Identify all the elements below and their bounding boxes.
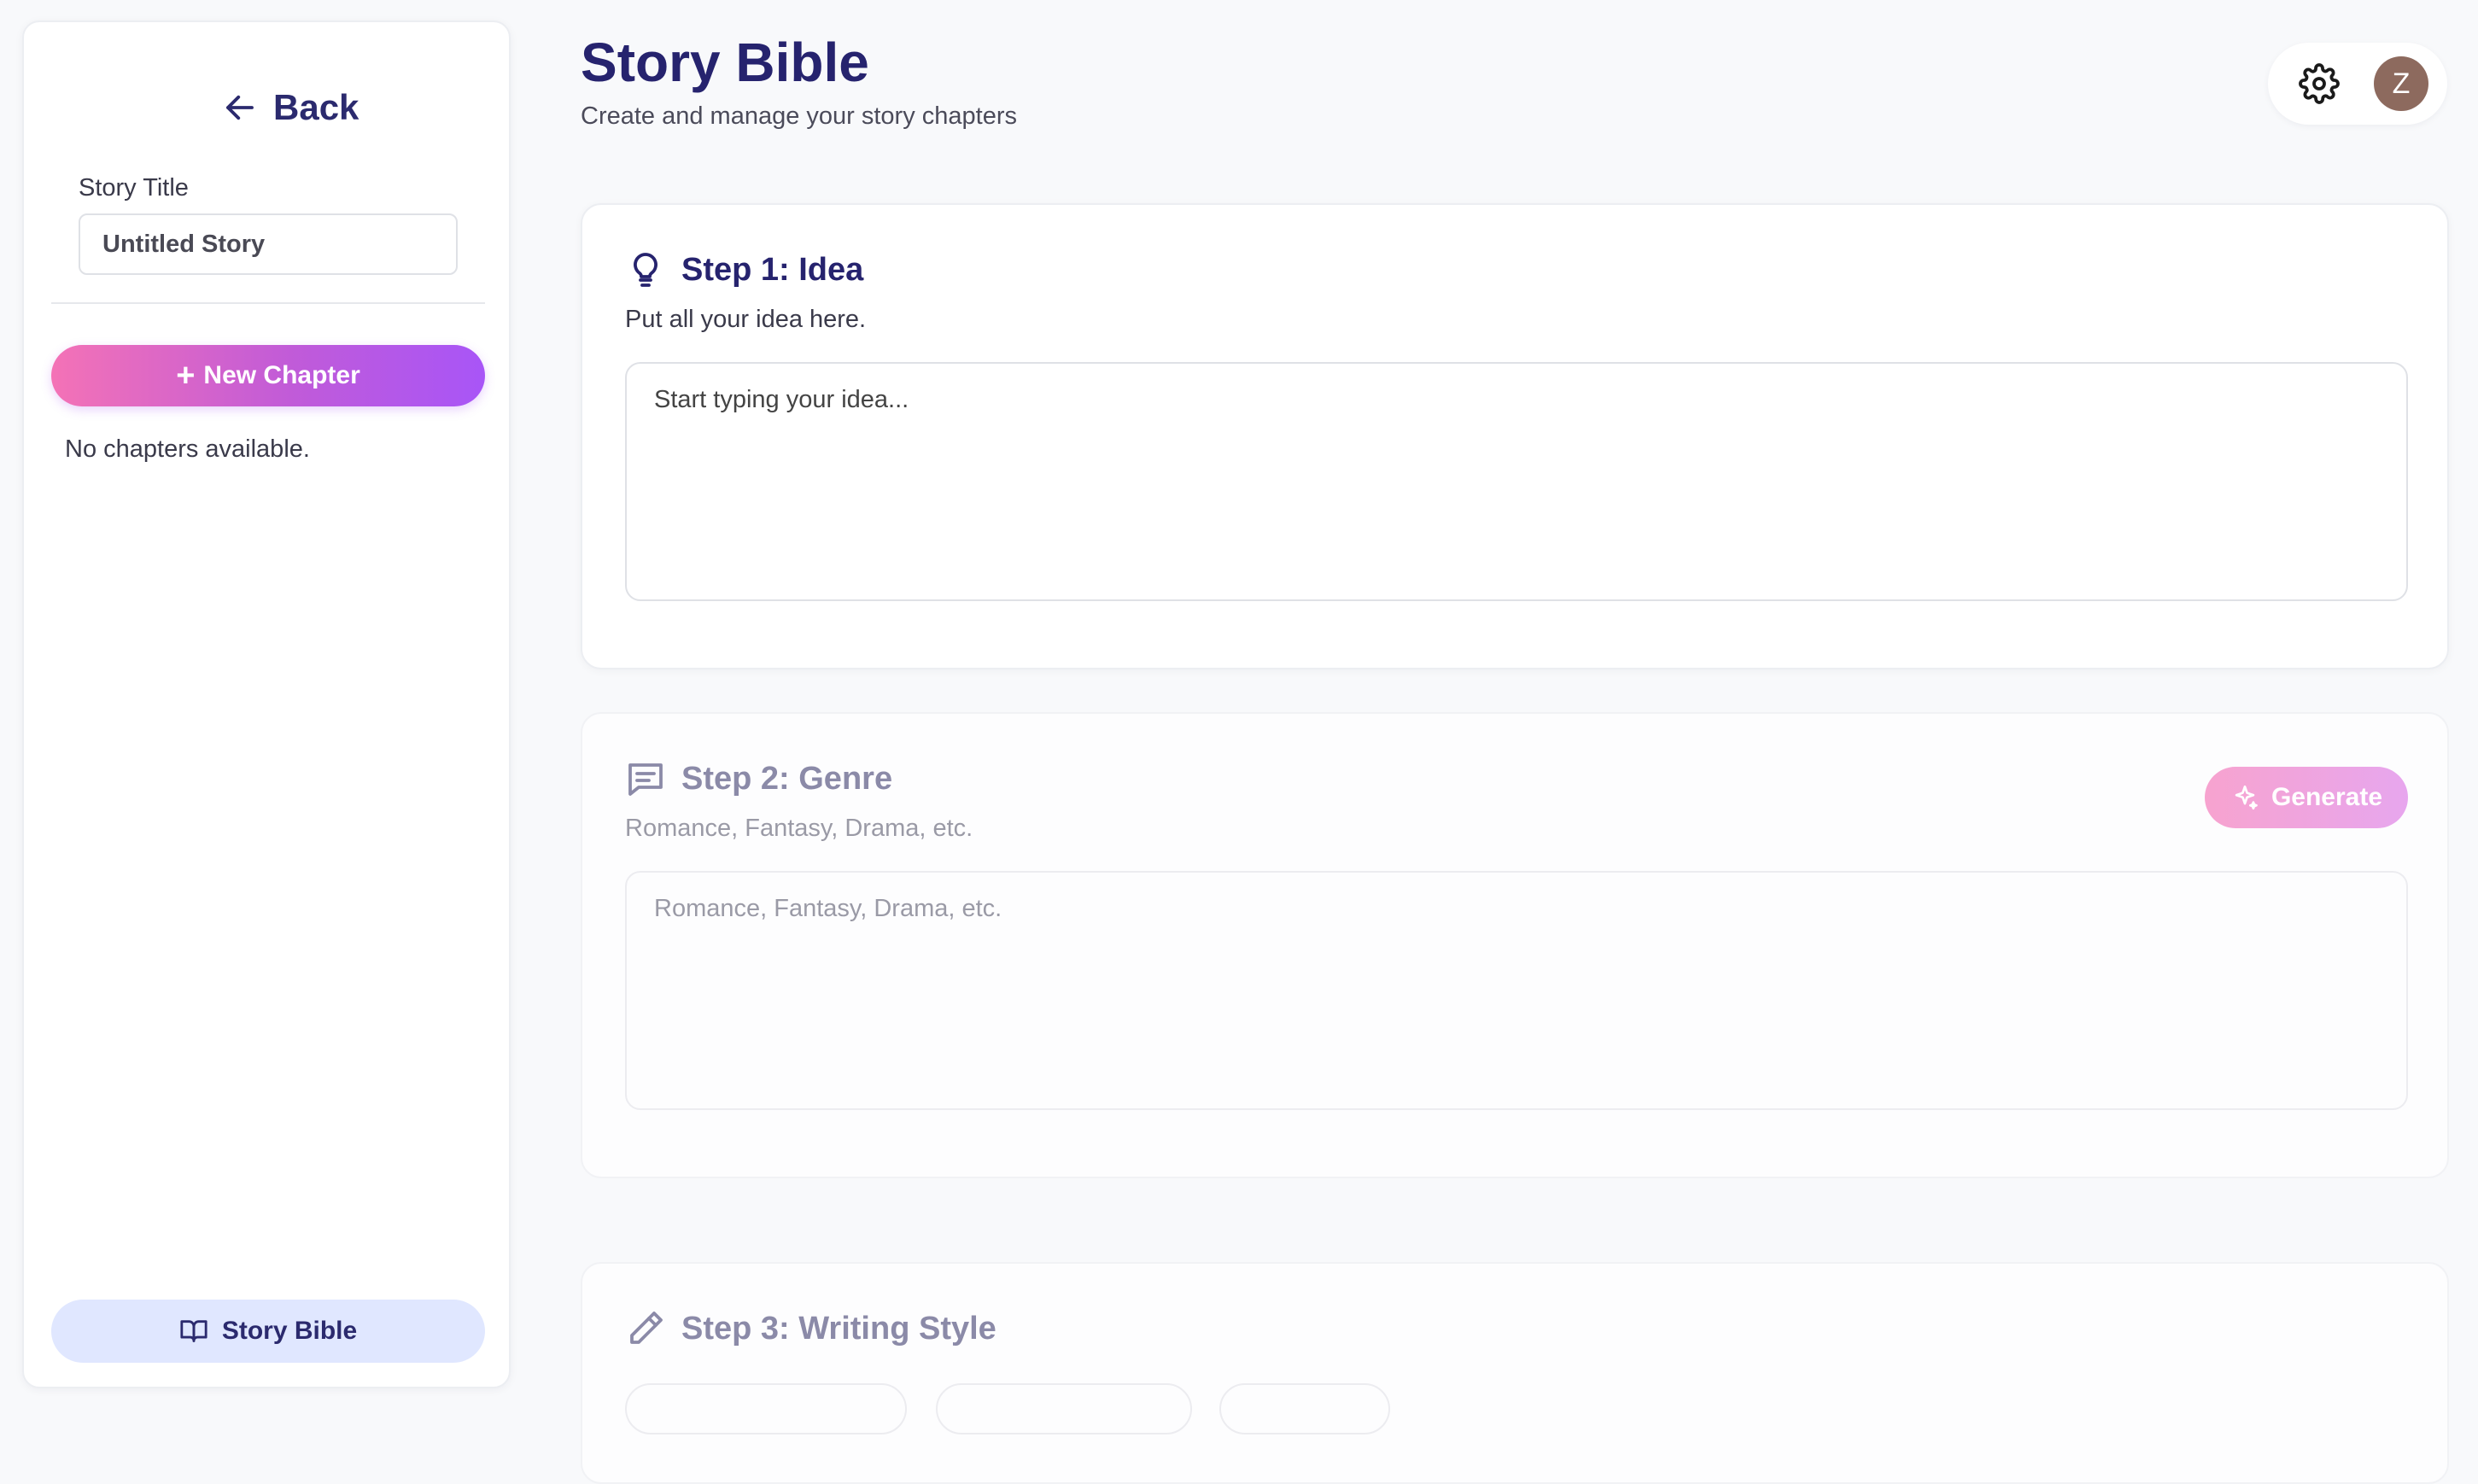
no-chapters-message: No chapters available. [65,435,310,463]
genre-textarea[interactable] [625,871,2408,1110]
step-1-description: Put all your idea here. [625,306,867,333]
generate-button[interactable]: Generate [2205,767,2408,828]
message-icon [628,763,663,796]
step-3-card: Step 3: Writing Style [581,1262,2449,1484]
story-title-input[interactable] [79,213,458,275]
header-actions: Z [2268,43,2447,125]
writing-style-option[interactable] [1219,1383,1390,1434]
step-1-title: Step 1: Idea [625,249,863,290]
writing-style-option[interactable] [936,1383,1192,1434]
page-title: Story Bible [581,32,869,93]
step-3-title-text: Step 3: Writing Style [681,1310,996,1347]
arrow-left-icon [226,95,254,120]
generate-label: Generate [2271,783,2383,811]
avatar[interactable]: Z [2374,56,2428,111]
pencil-icon [630,1312,663,1344]
sidebar: Back Story Title + New Chapter No chapte… [22,20,511,1388]
sparkle-icon [2235,785,2258,810]
step-1-title-text: Step 1: Idea [681,251,864,288]
step-2-title-text: Step 2: Genre [681,760,893,797]
lightbulb-icon [634,253,657,287]
writing-style-option[interactable] [625,1383,907,1434]
story-bible-button[interactable]: Story Bible [51,1300,485,1363]
story-bible-label: Story Bible [221,1317,358,1345]
gear-icon[interactable] [2299,63,2340,104]
step-2-description: Romance, Fantasy, Drama, etc. [625,815,973,842]
book-open-icon [180,1320,207,1342]
new-chapter-label: New Chapter [203,361,360,389]
idea-textarea[interactable] [625,362,2408,601]
new-chapter-button[interactable]: + New Chapter [51,345,485,406]
plus-icon: + [176,358,196,394]
sidebar-divider [51,302,485,304]
step-3-title: Step 3: Writing Style [625,1308,996,1349]
back-button[interactable]: Back [222,82,359,133]
page-subtitle: Create and manage your story chapters [581,102,1017,130]
step-1-card: Step 1: Idea Put all your idea here. [581,203,2449,669]
back-label: Back [273,87,359,127]
step-2-card: Step 2: Genre Romance, Fantasy, Drama, e… [581,712,2449,1178]
story-title-label: Story Title [79,174,189,202]
step-2-title: Step 2: Genre [625,758,892,799]
